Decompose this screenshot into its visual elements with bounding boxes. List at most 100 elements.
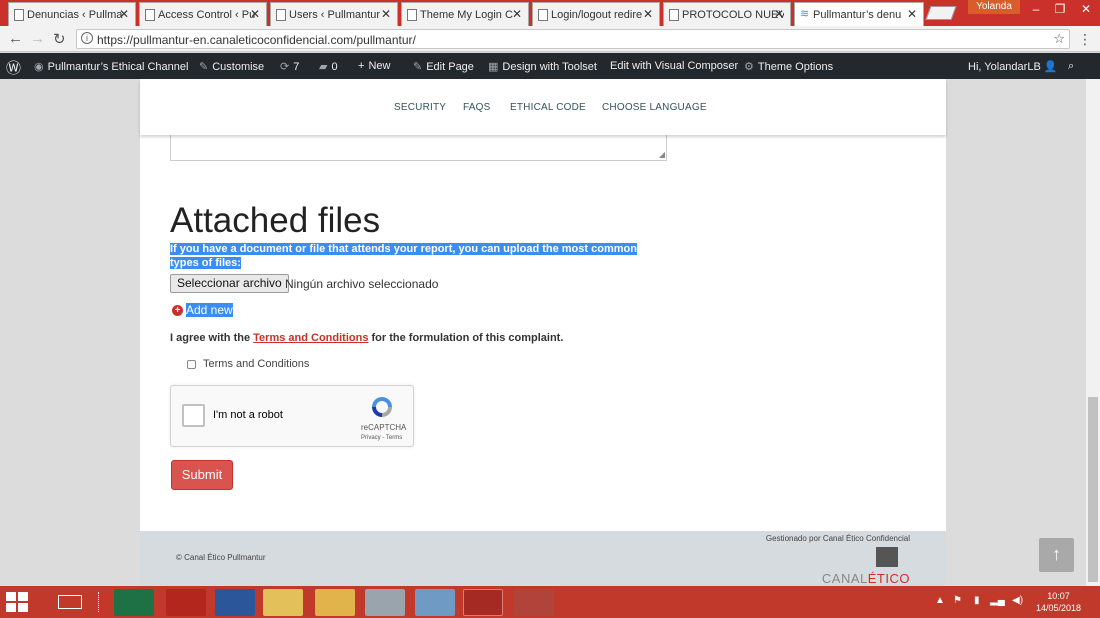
signal-icon[interactable]: ▂▄ [990, 595, 1005, 606]
minimize-icon[interactable]: – [1024, 2, 1048, 16]
terms-link[interactable]: Terms and Conditions [253, 332, 368, 344]
canal-etico-logo-icon [876, 547, 898, 567]
main-content: SECURITY FAQS ETHICAL CODE CHOOSE LANGUA… [140, 79, 946, 531]
avatar-icon: 👤 [1043, 61, 1058, 73]
search-icon[interactable]: ⌕ [1068, 60, 1074, 73]
browser-menu-icon[interactable]: ⋮ [1078, 31, 1092, 48]
keyboard-icon[interactable] [58, 595, 82, 609]
edit-page-link[interactable]: ✎ Edit Page [413, 60, 474, 73]
terms-checkbox[interactable] [187, 359, 196, 369]
restore-icon[interactable]: ❐ [1048, 2, 1072, 16]
close-icon[interactable]: ✕ [907, 7, 917, 21]
close-icon[interactable]: ✕ [512, 7, 522, 21]
browser-tab[interactable]: Denuncias ‹ Pullma ✕ [8, 2, 136, 26]
file-explorer-icon[interactable] [315, 589, 355, 616]
taskbar-separator [98, 592, 100, 612]
browser-tab-active[interactable]: ≋ Pullmantur’s denu ✕ [794, 2, 924, 26]
excel-icon[interactable] [114, 589, 154, 616]
site-footer: © Canal Ético Pullmantur Gestionado por … [140, 531, 946, 586]
upload-help-text: If you have a document or file that atte… [170, 243, 637, 269]
flag-icon[interactable]: ⚑ [953, 595, 962, 606]
volume-icon[interactable]: ◀) [1012, 595, 1023, 606]
filezilla-icon[interactable] [166, 589, 206, 616]
wp-admin-bar: Ⓦ ◉ Pullmantur’s Ethical Channel ✎ Customi… [0, 53, 1100, 79]
recaptcha-widget: I'm not a robot reCAPTCHA Privacy - Term… [170, 385, 414, 447]
close-icon[interactable]: ✕ [774, 7, 784, 21]
browser-tab[interactable]: Access Control ‹ Pu ✕ [139, 2, 267, 26]
page-icon [14, 9, 24, 21]
visual-composer-link[interactable]: Edit with Visual Composer [610, 60, 738, 72]
nav-security[interactable]: SECURITY [394, 102, 446, 113]
add-new-file-link[interactable]: + Add new [172, 303, 233, 317]
account-link[interactable]: Hi, YolandarLB 👤 [968, 60, 1062, 73]
nav-faqs[interactable]: FAQS [463, 102, 490, 113]
comments-link[interactable]: ▰ 0 [319, 60, 338, 73]
terms-checkbox-row[interactable]: Terms and Conditions [187, 358, 309, 370]
recaptcha-checkbox[interactable] [182, 404, 205, 427]
address-bar: ← → ↻ i https://pullmantur-en.canaletico… [0, 26, 1100, 52]
recaptcha-logo-icon [372, 397, 392, 417]
resize-grip-icon[interactable]: ◢ [659, 150, 665, 159]
theme-options-link[interactable]: ⚙ Theme Options [744, 60, 833, 73]
refresh-icon: ⟳ [280, 61, 290, 73]
page-viewport: SECURITY FAQS ETHICAL CODE CHOOSE LANGUA… [0, 79, 1100, 586]
forward-icon[interactable]: → [30, 30, 45, 47]
battery-icon[interactable]: ▮ [974, 595, 980, 606]
sticky-notes-icon[interactable] [263, 589, 303, 616]
new-tab-button[interactable] [925, 6, 957, 20]
windows-start-icon[interactable] [6, 592, 30, 612]
footer-logo-text: CANALÉTICO [821, 571, 910, 586]
nav-ethical-code[interactable]: ETHICAL CODE [510, 102, 586, 113]
calendar-icon: ▦ [488, 61, 499, 73]
info-icon[interactable]: i [81, 32, 93, 44]
dashboard-icon: ◉ [34, 61, 44, 73]
network-icon[interactable] [365, 589, 405, 616]
section-heading: Attached files [170, 201, 381, 240]
plus-circle-icon: + [172, 304, 183, 316]
submit-button[interactable]: Submit [171, 460, 233, 490]
close-icon[interactable]: ✕ [381, 7, 391, 21]
windows-taskbar: ▲ ⚑ ▮ ▂▄ ◀) 10:07 14/05/2018 [0, 586, 1100, 618]
recaptcha-label: I'm not a robot [213, 409, 283, 421]
pdf-icon [669, 9, 679, 21]
page-icon [276, 9, 286, 21]
browser-tabstrip: Denuncias ‹ Pullma ✕ Access Control ‹ Pu… [0, 0, 1100, 26]
browser-tab[interactable]: Users ‹ Pullmantur ✕ [270, 2, 398, 26]
bookmark-star-icon[interactable]: ☆ [1053, 31, 1065, 47]
nav-choose-language[interactable]: CHOOSE LANGUAGE [602, 102, 707, 113]
browser-tab[interactable]: PROTOCOLO NUEV ✕ [663, 2, 791, 26]
page-icon [145, 9, 155, 21]
choose-file-button[interactable]: Seleccionar archivo [170, 274, 289, 293]
brush-icon: ✎ [199, 61, 209, 73]
close-icon[interactable]: ✕ [643, 7, 653, 21]
word-icon[interactable] [215, 589, 255, 616]
toolset-link[interactable]: ▦ Design with Toolset [488, 60, 597, 73]
chrome-icon[interactable] [463, 589, 503, 616]
wordpress-logo-icon[interactable]: Ⓦ [6, 57, 21, 78]
updates-link[interactable]: ⟳ 7 [280, 60, 299, 73]
reload-icon[interactable]: ↻ [53, 30, 66, 48]
profile-badge[interactable]: Yolanda [968, 0, 1020, 14]
scroll-to-top-button[interactable]: ↑ [1039, 538, 1074, 572]
site-navigation: SECURITY FAQS ETHICAL CODE CHOOSE LANGUA… [140, 79, 946, 135]
url-input[interactable]: i https://pullmantur-en.canaleticoconfid… [76, 29, 1070, 49]
page-icon [538, 9, 548, 21]
calendar-app-icon[interactable] [514, 589, 554, 616]
page-scrollbar[interactable] [1086, 79, 1100, 586]
notepad-icon[interactable] [415, 589, 455, 616]
tray-expand-icon[interactable]: ▲ [935, 595, 945, 606]
site-name-link[interactable]: ◉ Pullmantur’s Ethical Channel [34, 60, 188, 73]
recaptcha-links[interactable]: Privacy - Terms [361, 435, 402, 441]
plus-icon: + [358, 60, 365, 72]
taskbar-clock[interactable]: 10:07 14/05/2018 [1036, 590, 1081, 614]
new-content-link[interactable]: + New [358, 60, 390, 72]
customise-link[interactable]: ✎ Customise [199, 60, 264, 73]
close-icon[interactable]: ✕ [119, 7, 129, 21]
report-textarea[interactable]: ◢ [170, 131, 667, 161]
back-icon[interactable]: ← [8, 30, 23, 47]
browser-tab[interactable]: Login/logout redire ✕ [532, 2, 660, 26]
close-icon[interactable]: ✕ [250, 7, 260, 21]
close-window-icon[interactable]: ✕ [1074, 2, 1098, 16]
scrollbar-thumb[interactable] [1088, 397, 1098, 582]
browser-tab[interactable]: Theme My Login C ✕ [401, 2, 529, 26]
